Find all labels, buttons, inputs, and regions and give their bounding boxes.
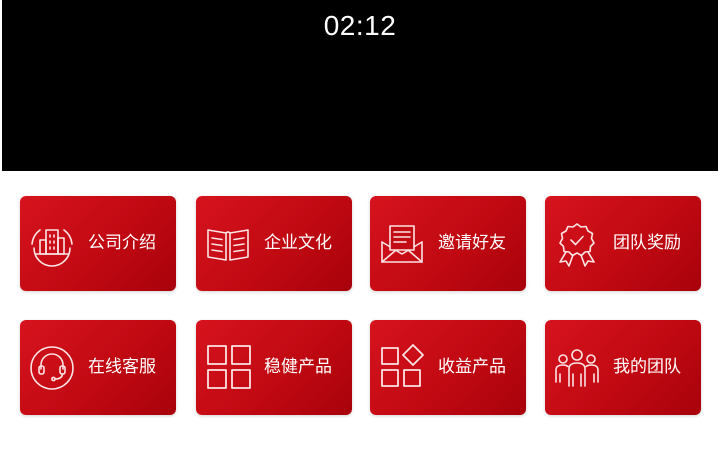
headset-icon bbox=[26, 342, 78, 394]
video-player[interactable]: 02:12 bbox=[2, 0, 718, 171]
menu-item-label: 团队奖励 bbox=[613, 233, 681, 253]
building-icon bbox=[26, 218, 78, 270]
menu-item-label: 企业文化 bbox=[264, 233, 332, 253]
grid-icon bbox=[202, 342, 254, 394]
menu-item-company-intro[interactable]: 公司介绍 bbox=[20, 196, 176, 291]
menu-item-online-support[interactable]: 在线客服 bbox=[20, 320, 176, 415]
award-ribbon-icon bbox=[551, 218, 603, 270]
menu-item-label: 稳健产品 bbox=[264, 357, 332, 377]
menu-item-yield-products[interactable]: 收益产品 bbox=[370, 320, 526, 415]
menu-item-invite-friends[interactable]: 邀请好友 bbox=[370, 196, 526, 291]
envelope-icon bbox=[376, 218, 428, 270]
playback-time: 02:12 bbox=[323, 10, 397, 41]
menu-item-team-rewards[interactable]: 团队奖励 bbox=[545, 196, 701, 291]
menu-item-label: 收益产品 bbox=[438, 357, 506, 377]
menu-item-label: 公司介绍 bbox=[88, 233, 156, 253]
menu-item-label: 邀请好友 bbox=[438, 233, 506, 253]
menu-item-culture[interactable]: 企业文化 bbox=[196, 196, 352, 291]
menu-item-stable-products[interactable]: 稳健产品 bbox=[196, 320, 352, 415]
menu-item-label: 我的团队 bbox=[613, 357, 681, 377]
book-icon bbox=[202, 218, 254, 270]
menu-item-my-team[interactable]: 我的团队 bbox=[545, 320, 701, 415]
diamond-grid-icon bbox=[376, 342, 428, 394]
menu-item-label: 在线客服 bbox=[88, 357, 156, 377]
group-icon bbox=[551, 342, 603, 394]
